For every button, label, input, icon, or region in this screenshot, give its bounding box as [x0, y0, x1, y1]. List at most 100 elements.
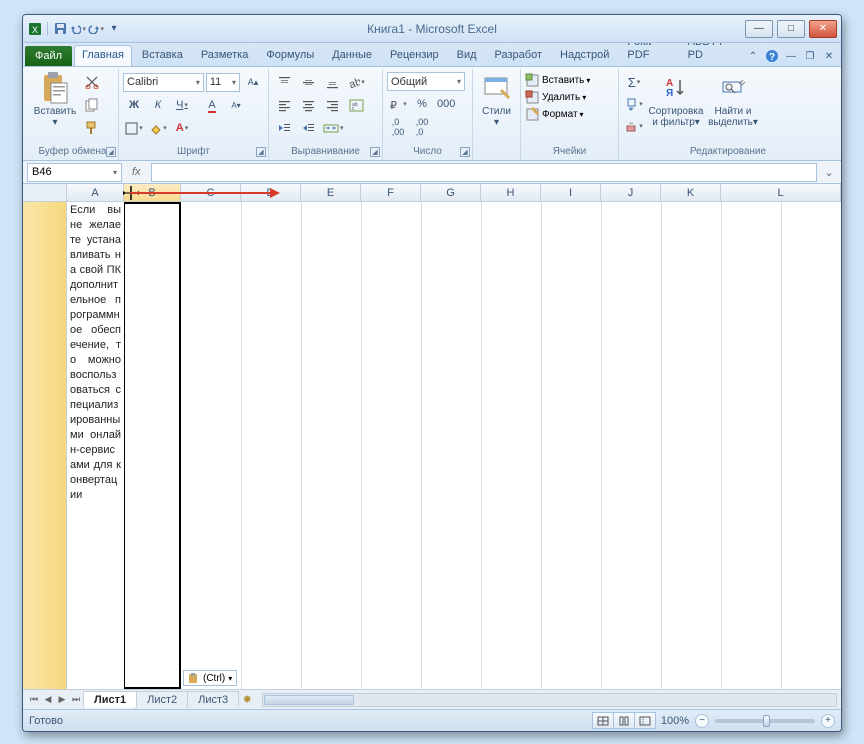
cut-icon[interactable] — [82, 72, 102, 92]
border-icon[interactable] — [123, 118, 145, 138]
zoom-in-icon[interactable]: + — [821, 714, 835, 728]
grow-font-icon[interactable]: A▴ — [242, 72, 264, 92]
select-all-corner[interactable] — [23, 184, 67, 202]
paste-button[interactable]: Вставить▾ — [31, 72, 79, 128]
sheet-nav-next-icon[interactable]: ▶ — [55, 694, 69, 705]
tab-developer[interactable]: Разработ — [487, 45, 550, 66]
col-header-a[interactable]: A — [67, 184, 124, 202]
close-button[interactable]: ✕ — [809, 20, 837, 38]
view-normal-icon[interactable] — [592, 712, 614, 729]
tab-review[interactable]: Рецензир — [382, 45, 447, 66]
doc-restore-icon[interactable]: ❐ — [802, 48, 818, 64]
horizontal-scrollbar[interactable] — [262, 693, 837, 707]
col-header-k[interactable]: K — [661, 184, 721, 202]
col-header-i[interactable]: I — [541, 184, 601, 202]
format-cells-button[interactable]: Формат▾ — [525, 107, 584, 122]
align-center-icon[interactable] — [297, 95, 319, 115]
col-header-h[interactable]: H — [481, 184, 541, 202]
clipboard-dialog-icon[interactable]: ◢ — [106, 147, 116, 157]
tab-home[interactable]: Главная — [74, 45, 132, 66]
formula-input[interactable] — [151, 163, 817, 182]
sheet-tab-2[interactable]: Лист2 — [136, 691, 188, 708]
shrink-font-icon[interactable]: A▾ — [225, 95, 247, 115]
tab-data[interactable]: Данные — [324, 45, 380, 66]
col-header-j[interactable]: J — [601, 184, 661, 202]
bold-button[interactable]: Ж — [123, 95, 145, 115]
cells-area[interactable]: Если вы не желаете устанавливать на свой… — [67, 202, 841, 689]
autosum-icon[interactable]: Σ — [623, 72, 645, 92]
view-page-layout-icon[interactable] — [613, 712, 635, 729]
maximize-button[interactable]: □ — [777, 20, 805, 38]
align-dialog-icon[interactable]: ◢ — [370, 147, 380, 157]
delete-cells-button[interactable]: Удалить▾ — [525, 90, 586, 105]
comma-icon[interactable]: 000 — [435, 94, 457, 114]
fx-icon[interactable]: fx — [126, 166, 147, 178]
col-header-l[interactable]: L — [721, 184, 841, 202]
accounting-icon[interactable]: ₽ — [387, 94, 409, 114]
decrease-indent-icon[interactable] — [273, 118, 295, 138]
format-painter-icon[interactable] — [82, 118, 102, 138]
qat-customize-icon[interactable]: ▾ — [106, 21, 122, 37]
zoom-slider[interactable] — [715, 719, 815, 723]
view-page-break-icon[interactable] — [634, 712, 656, 729]
formula-expand-icon[interactable]: ⌄ — [821, 166, 837, 179]
col-header-g[interactable]: G — [421, 184, 481, 202]
sort-filter-button[interactable]: АЯ Сортировка и фильтр▾ — [648, 72, 704, 128]
number-dialog-icon[interactable]: ◢ — [460, 147, 470, 157]
column-b-selection[interactable] — [124, 202, 181, 689]
percent-icon[interactable]: % — [411, 94, 433, 114]
ribbon-minimize-icon[interactable]: ⌃ — [745, 48, 761, 64]
align-bottom-icon[interactable] — [321, 72, 343, 92]
tab-insert[interactable]: Вставка — [134, 45, 191, 66]
undo-icon[interactable] — [70, 21, 86, 37]
copy-icon[interactable] — [82, 95, 102, 115]
tab-layout[interactable]: Разметка — [193, 45, 257, 66]
zoom-level[interactable]: 100% — [661, 715, 689, 727]
align-top-icon[interactable] — [273, 72, 295, 92]
align-right-icon[interactable] — [321, 95, 343, 115]
row-headers[interactable] — [23, 202, 67, 689]
fill-icon[interactable] — [623, 94, 645, 114]
redo-icon[interactable] — [88, 21, 104, 37]
merge-cells-icon[interactable] — [321, 118, 346, 138]
underline-button[interactable]: Ч — [171, 95, 193, 115]
clear-icon[interactable] — [623, 116, 645, 136]
font-name-combo[interactable]: Calibri▾ — [123, 73, 204, 92]
col-header-b[interactable]: B — [124, 184, 181, 202]
font-size-combo[interactable]: 11▾ — [206, 73, 240, 92]
doc-minimize-icon[interactable]: — — [783, 48, 799, 64]
insert-cells-button[interactable]: Вставить▾ — [525, 73, 590, 88]
file-tab[interactable]: Файл — [25, 46, 72, 66]
font-color-a-icon[interactable]: A — [201, 95, 223, 115]
sheet-tab-1[interactable]: Лист1 — [83, 691, 137, 708]
col-header-f[interactable]: F — [361, 184, 421, 202]
help-icon[interactable]: ? — [764, 48, 780, 64]
cell-a-content[interactable]: Если вы не желаете устанавливать на свой… — [67, 202, 124, 504]
sheet-nav-first-icon[interactable]: ⏮ — [27, 694, 41, 705]
col-header-e[interactable]: E — [301, 184, 361, 202]
align-middle-icon[interactable] — [297, 72, 319, 92]
sheet-nav-last-icon[interactable]: ⏭ — [69, 694, 83, 705]
find-select-button[interactable]: Найти и выделить▾ — [707, 72, 759, 128]
number-format-combo[interactable]: Общий▾ — [387, 72, 465, 91]
tab-formulas[interactable]: Формулы — [258, 45, 322, 66]
name-box[interactable]: B46▾ — [27, 163, 122, 182]
orientation-icon[interactable]: ab — [345, 72, 367, 92]
wrap-text-icon[interactable]: abc — [345, 95, 367, 115]
excel-icon[interactable]: X — [27, 21, 43, 37]
align-left-icon[interactable] — [273, 95, 295, 115]
tab-view[interactable]: Вид — [449, 45, 485, 66]
tab-addins[interactable]: Надстрой — [552, 45, 617, 66]
decrease-decimal-icon[interactable]: ,00,0 — [411, 117, 433, 137]
minimize-button[interactable]: — — [745, 20, 773, 38]
font-color-icon[interactable]: A — [171, 118, 193, 138]
new-sheet-icon[interactable]: ✸ — [238, 693, 256, 706]
increase-decimal-icon[interactable]: ,0,00 — [387, 117, 409, 137]
sheet-nav-prev-icon[interactable]: ◀ — [41, 694, 55, 705]
zoom-out-icon[interactable]: − — [695, 714, 709, 728]
doc-close-icon[interactable]: ✕ — [821, 48, 837, 64]
col-header-c[interactable]: C — [181, 184, 241, 202]
increase-indent-icon[interactable] — [297, 118, 319, 138]
sheet-tab-3[interactable]: Лист3 — [187, 691, 239, 708]
save-icon[interactable] — [52, 21, 68, 37]
